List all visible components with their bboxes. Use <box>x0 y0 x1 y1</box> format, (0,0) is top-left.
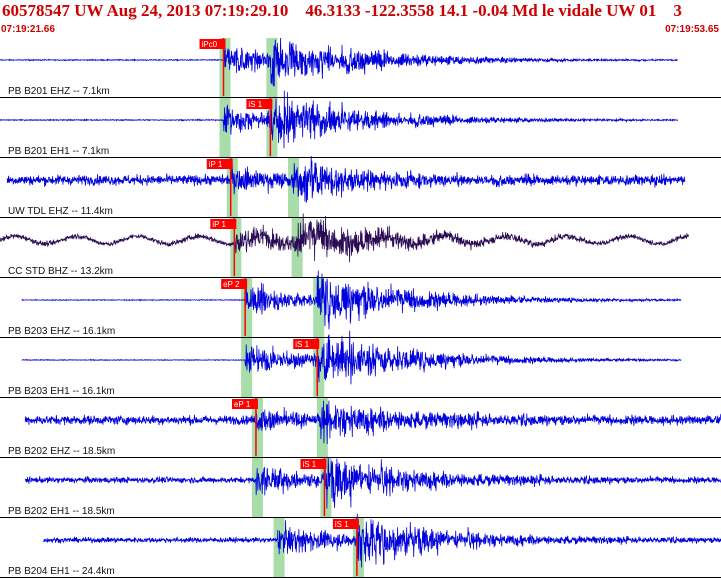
waveform <box>42 513 721 568</box>
waveform <box>6 155 686 203</box>
trace-row[interactable]: iP 1 UW TDL EHZ -- 11.4km <box>0 155 721 218</box>
pick-label: iS 1 <box>295 340 309 349</box>
waveform <box>0 90 679 149</box>
trace-row[interactable]: iS 1 PB B202 EH1 -- 18.5km <box>0 457 721 518</box>
trace-row[interactable]: iPc0 PB B201 EHZ -- 7.1km <box>0 38 721 98</box>
station-label: PB B203 EHZ -- 16.1km <box>8 326 115 337</box>
pick-label: iPc0 <box>202 40 218 49</box>
station-label: UW TDL EHZ -- 11.4km <box>8 206 113 217</box>
trace-row[interactable]: iP 1 CC STD BHZ -- 13.2km <box>0 213 721 278</box>
trace-row[interactable]: iS 1 PB B201 EH1 -- 7.1km <box>0 90 721 158</box>
station-label: PB B204 EH1 -- 24.4km <box>8 566 115 577</box>
waveform <box>24 457 721 509</box>
pick-label: iS 1 <box>248 100 262 109</box>
waveform <box>21 330 682 385</box>
seismogram-svg[interactable]: iPc0 PB B201 EHZ -- 7.1km iS 1 PB B201 EH1 … <box>0 38 721 578</box>
waveform <box>0 38 678 87</box>
time-start-label: 07:19:21.66 <box>1 24 55 35</box>
waveform <box>0 213 689 263</box>
trace-row[interactable]: eP 1 PB B202 EHZ -- 18.5km <box>0 398 721 458</box>
pick-label: iP 1 <box>212 220 226 229</box>
pick-label: iP 1 <box>209 160 223 169</box>
station-label: CC STD BHZ -- 13.2km <box>8 266 113 277</box>
pick-label: eP 1 <box>234 400 251 409</box>
p-window-band <box>219 98 231 158</box>
time-end-label: 07:19:53.65 <box>665 24 719 35</box>
seismogram-plot[interactable]: iPc0 PB B201 EHZ -- 7.1km iS 1 PB B201 EH1 … <box>0 38 721 578</box>
station-label: PB B202 EH1 -- 18.5km <box>8 506 115 517</box>
trace-row[interactable]: iS 1 PB B203 EH1 -- 16.1km <box>0 330 721 398</box>
pick-label: eP 2 <box>223 280 240 289</box>
station-label: PB B201 EH1 -- 7.1km <box>8 146 109 157</box>
event-title: 60578547 UW Aug 24, 2013 07:19:29.10 46.… <box>2 1 682 20</box>
station-label: PB B202 EHZ -- 18.5km <box>8 446 115 457</box>
trace-row[interactable]: eP 2 PB B203 EHZ -- 16.1km <box>0 270 721 338</box>
waveform <box>24 400 721 445</box>
waveform <box>21 270 682 330</box>
station-label: PB B203 EH1 -- 16.1km <box>8 386 115 397</box>
pick-label: iS 1 <box>302 460 316 469</box>
station-label: PB B201 EHZ -- 7.1km <box>8 86 110 97</box>
event-header: 60578547 UW Aug 24, 2013 07:19:29.10 46.… <box>0 0 721 38</box>
pick-label: iS 1 <box>335 520 349 529</box>
